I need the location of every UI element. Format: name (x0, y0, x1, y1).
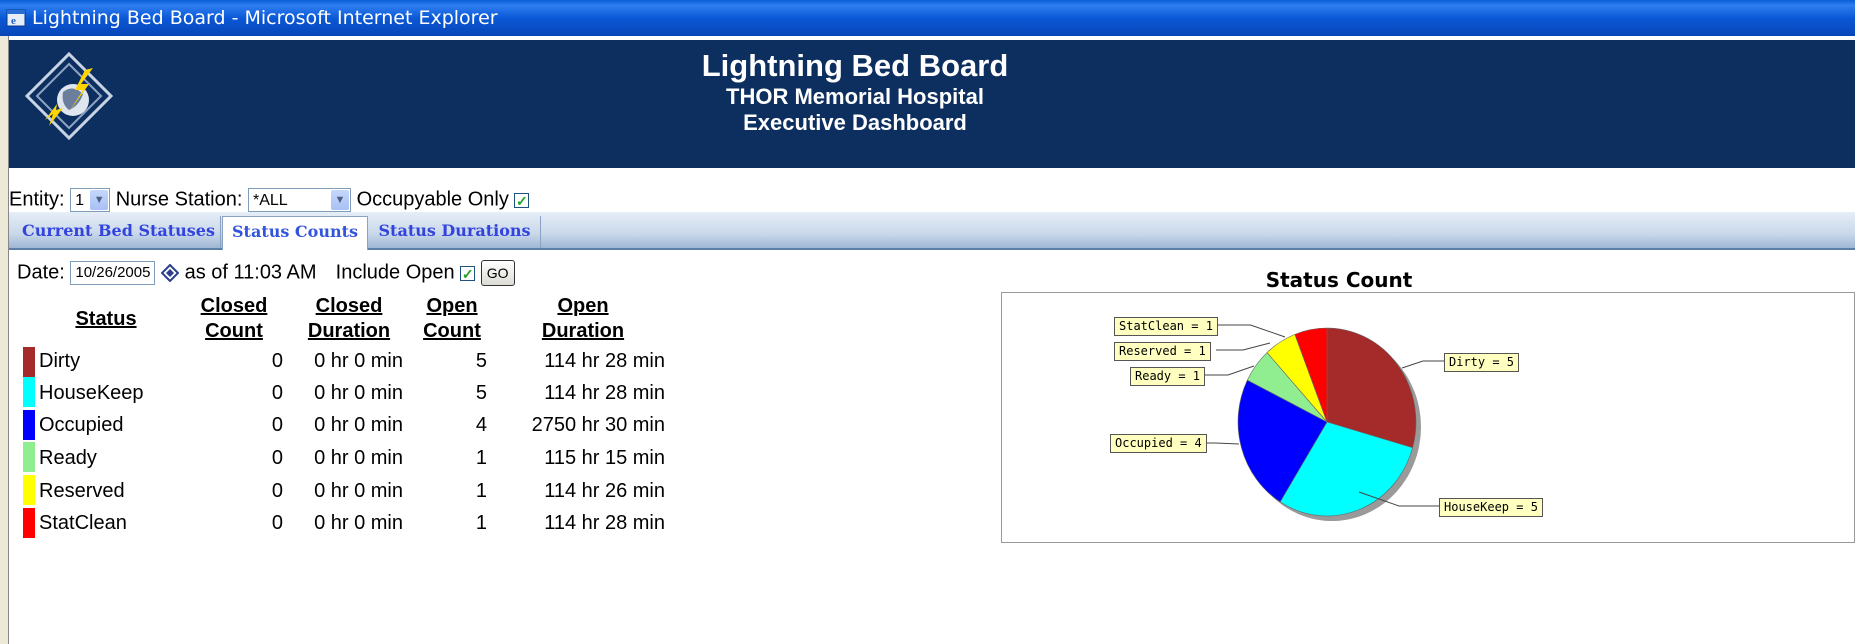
hospital-name: THOR Memorial Hospital (726, 84, 984, 109)
status-color-swatch (23, 347, 35, 377)
chart-title: Status Count (1265, 268, 1413, 292)
status-color-swatch (23, 410, 35, 440)
open-count: 4 (475, 414, 487, 436)
header-closed-duration-line1: Closed (315, 295, 383, 317)
header-closed-count: Closed Count (189, 294, 279, 344)
open-count: 1 (475, 480, 487, 502)
header-open-duration-line2: Duration (541, 320, 625, 342)
closed-duration: 0 hr 0 min (314, 414, 403, 436)
date-label: Date: (17, 261, 65, 284)
closed-duration: 0 hr 0 min (314, 512, 403, 534)
header-closed-count-line1: Closed (200, 295, 268, 317)
window-titlebar[interactable]: e Lightning Bed Board - Microsoft Intern… (0, 0, 1855, 36)
header-open-count: Open Count (415, 294, 489, 344)
window-frame (0, 36, 9, 644)
open-duration: 115 hr 15 min (544, 447, 665, 469)
open-duration: 114 hr 28 min (544, 512, 665, 534)
status-color-swatch (23, 475, 35, 505)
date-row: Date: 10/26/2005 as of 11:03 AM Include … (17, 260, 515, 288)
occupyable-label: Occupyable Only (356, 188, 509, 211)
callout-leader-line (1216, 324, 1286, 338)
tab-status-durations[interactable]: Status Durations (369, 216, 541, 248)
include-open-label: Include Open (335, 261, 455, 284)
occupyable-checkbox[interactable]: ✓ (514, 192, 530, 208)
svg-text:e: e (11, 15, 16, 27)
closed-count: 0 (271, 382, 283, 404)
closed-duration: 0 hr 0 min (314, 350, 403, 372)
status-name: Occupied (39, 414, 124, 436)
closed-duration: 0 hr 0 min (314, 382, 403, 404)
header-closed-duration-line2: Duration (307, 320, 391, 342)
closed-count: 0 (271, 512, 283, 534)
open-duration: 2750 hr 30 min (531, 414, 665, 436)
page-content: Lightning Bed Board THOR Memorial Hospit… (9, 36, 1855, 644)
callout-housekeep: HouseKeep = 5 (1439, 498, 1543, 517)
callout-reserved: Reserved = 1 (1114, 342, 1211, 361)
chevron-down-icon[interactable]: ▼ (331, 190, 349, 210)
nurse-station-select[interactable]: *ALL ▼ (248, 188, 351, 212)
callout-leader-line (1202, 365, 1255, 376)
tab-current-bed-statuses[interactable]: Current Bed Statuses (17, 216, 221, 248)
header-status: Status (75, 308, 137, 330)
date-input[interactable]: 10/26/2005 (70, 261, 156, 285)
chevron-down-icon[interactable]: ▼ (90, 190, 109, 210)
entity-label: Entity: (9, 188, 65, 211)
open-count: 1 (475, 512, 487, 534)
as-of-time: as of 11:03 AM (184, 261, 317, 284)
status-color-swatch (23, 508, 35, 538)
header-open-count-line2: Count (423, 320, 481, 342)
tab-bar: Current Bed Statuses Status Counts Statu… (9, 212, 1855, 250)
ie-icon: e (6, 9, 26, 27)
tab-status-counts[interactable]: Status Counts (222, 216, 368, 250)
open-duration: 114 hr 28 min (544, 382, 665, 404)
callout-occupied: Occupied = 4 (1110, 434, 1207, 453)
status-name: Ready (39, 447, 97, 469)
open-count: 5 (475, 382, 487, 404)
closed-count: 0 (271, 447, 283, 469)
nurse-station-label: Nurse Station: (115, 188, 243, 211)
closed-duration: 0 hr 0 min (314, 447, 403, 469)
header-closed-duration: Closed Duration (297, 294, 401, 344)
include-open-checkbox[interactable]: ✓ (460, 265, 476, 281)
go-button[interactable]: GO (480, 260, 515, 286)
open-count: 5 (475, 350, 487, 372)
window-title: Lightning Bed Board - Microsoft Internet… (32, 7, 498, 29)
open-count: 1 (475, 447, 487, 469)
dashboard-subtitle: Executive Dashboard (743, 110, 967, 135)
status-name: Reserved (39, 480, 125, 502)
header-closed-count-line2: Count (205, 320, 263, 342)
callout-ready: Ready = 1 (1130, 367, 1206, 386)
header-banner: Lightning Bed Board THOR Memorial Hospit… (9, 40, 1855, 168)
callout-statclean: StatClean = 1 (1114, 317, 1218, 336)
header-open-count-line1: Open (426, 295, 478, 317)
open-duration: 114 hr 26 min (544, 480, 665, 502)
status-color-swatch (23, 442, 35, 472)
status-name: StatClean (39, 512, 127, 534)
status-name: HouseKeep (39, 382, 144, 404)
callout-leader-line (1216, 342, 1271, 351)
callout-dirty: Dirty = 5 (1444, 353, 1520, 372)
closed-count: 0 (271, 414, 283, 436)
calendar-icon[interactable] (160, 263, 180, 283)
app-title: Lightning Bed Board (701, 48, 1009, 83)
closed-count: 0 (271, 480, 283, 502)
callout-leader-line (1401, 360, 1444, 369)
closed-duration: 0 hr 0 min (314, 480, 403, 502)
status-name: Dirty (39, 350, 81, 372)
closed-count: 0 (271, 350, 283, 372)
nurse-station-value: *ALL (253, 192, 288, 209)
header-open-duration: Open Duration (533, 294, 633, 344)
status-color-swatch (23, 377, 35, 407)
entity-select[interactable]: 1 ▼ (70, 188, 111, 212)
status-count-chart: StatClean = 1 Reserved = 1 Ready = 1 Occ… (1001, 292, 1855, 543)
entity-value: 1 (75, 192, 85, 209)
header-open-duration-line1: Open (557, 295, 609, 317)
open-duration: 114 hr 28 min (544, 350, 665, 372)
